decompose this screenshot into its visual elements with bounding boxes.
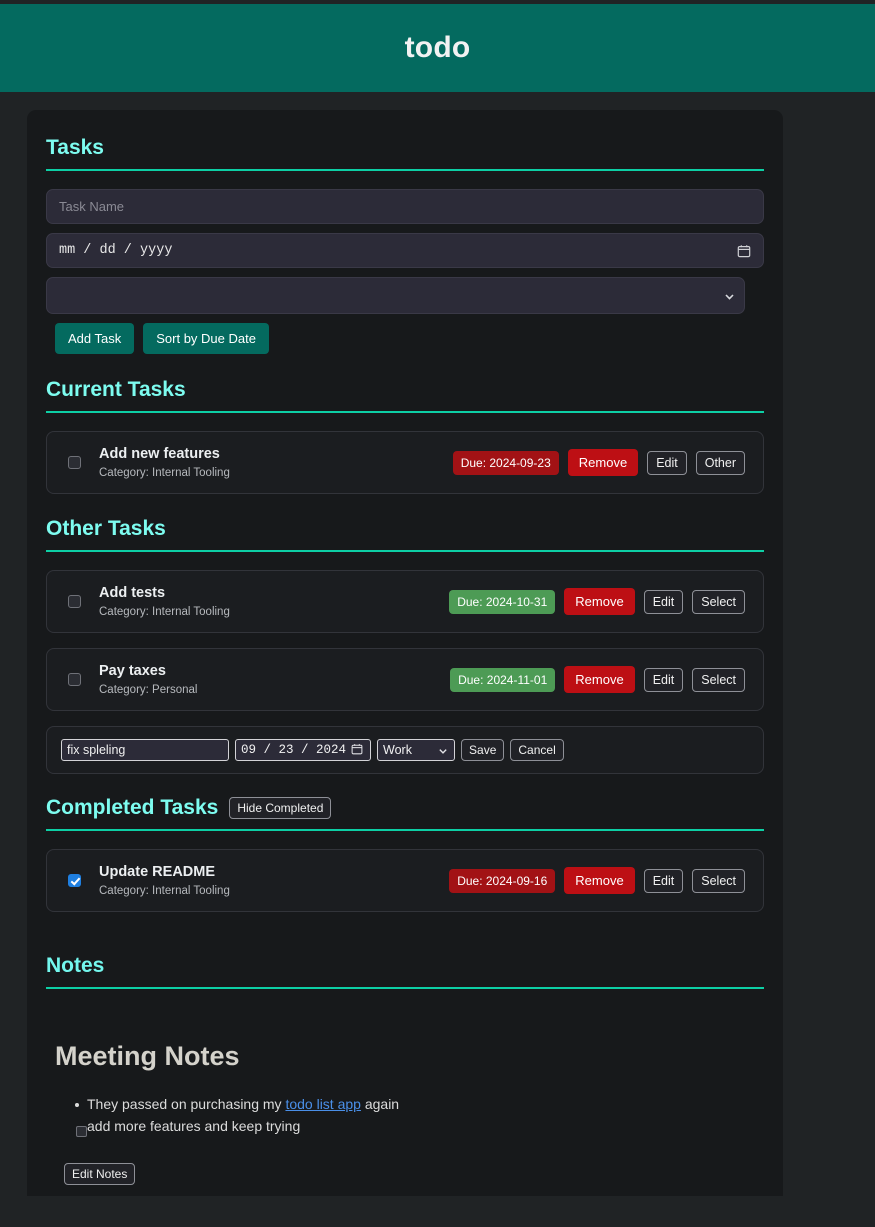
list-item: They passed on purchasing my todo list a… [63,1094,755,1116]
completed-tasks-heading-label: Completed Tasks [46,796,219,819]
calendar-icon[interactable] [737,244,751,258]
task-complete-checkbox[interactable] [68,595,81,608]
chevron-down-icon [438,745,449,756]
note-text-before: They passed on purchasing my [87,1096,286,1112]
notes-actions: Edit Notes [64,1163,755,1186]
task-form-buttons: Add Task Sort by Due Date [55,323,764,354]
task-title: Pay taxes [99,663,166,679]
completed-tasks-heading: Completed Tasks Hide Completed [46,796,764,820]
remove-button[interactable]: Remove [564,867,635,894]
task-actions: Due: 2024-11-01 Remove Edit Select [450,666,745,693]
notes-heading: Notes [46,954,764,978]
task-title: Add tests [99,585,166,601]
edit-task-category-select[interactable]: Work [377,739,456,761]
edit-button[interactable]: Edit [643,667,684,692]
task-name-input[interactable]: Task Name [46,189,764,224]
other-button[interactable]: Other [695,450,745,475]
task-complete-checkbox[interactable] [68,874,81,887]
task-date-value: mm / dd / yyyy [59,243,173,258]
edit-task-name-input[interactable] [61,739,229,761]
current-tasks-divider [46,411,764,413]
notes-content: Meeting Notes They passed on purchasing … [46,1007,764,1186]
edit-button[interactable]: Edit [643,868,684,893]
todo-list-app-link[interactable]: todo list app [285,1096,361,1112]
note-task-checkbox[interactable] [76,1125,87,1137]
calendar-icon[interactable] [351,743,365,757]
task-title: Add new features [99,446,220,462]
chevron-down-icon [724,290,735,301]
list-item: add more features and keep trying [63,1116,755,1138]
remove-button[interactable]: Remove [567,449,639,476]
save-button[interactable]: Save [461,739,505,761]
task-complete-checkbox[interactable] [68,673,81,686]
task-info: Update README Category: Internal Tooling [99,864,449,897]
edit-button[interactable]: Edit [643,589,684,614]
app-title: todo [404,31,471,64]
edit-category-value: Work [383,743,412,757]
app-root: todo Tasks Task Name mm / dd / yyyy Add … [0,0,875,1227]
task-category: Category: Internal Tooling [99,885,230,897]
task-category: Category: Internal Tooling [99,467,230,479]
other-tasks-heading-label: Other Tasks [46,517,166,540]
table-row[interactable]: Update README Category: Internal Tooling… [46,849,764,912]
main-panel: Tasks Task Name mm / dd / yyyy Add Task … [27,110,783,1196]
task-title: Update README [99,864,216,880]
tasks-divider [46,169,764,171]
remove-button[interactable]: Remove [564,666,635,693]
other-tasks-heading: Other Tasks [46,517,764,541]
add-task-button[interactable]: Add Task [55,323,135,354]
task-complete-checkbox[interactable] [68,456,81,469]
edit-date-value: 09 / 23 / 2024 [241,743,347,757]
due-date-badge: Due: 2024-09-23 [452,450,559,475]
select-button[interactable]: Select [692,667,745,692]
table-row[interactable]: Add tests Category: Internal Tooling Due… [46,570,764,633]
task-category-select[interactable] [46,277,745,314]
tasks-heading: Tasks [46,136,764,160]
completed-tasks-divider [46,829,764,831]
note-task-label: add more features and keep trying [87,1117,301,1134]
task-date-input[interactable]: mm / dd / yyyy [46,233,764,268]
table-row[interactable]: Pay taxes Category: Personal Due: 2024-1… [46,648,764,711]
task-edit-row: 09 / 23 / 2024 Work [46,726,764,774]
notes-list: They passed on purchasing my todo list a… [63,1094,755,1137]
table-row[interactable]: Add new features Category: Internal Tool… [46,431,764,494]
cancel-button[interactable]: Cancel [510,739,564,761]
task-actions: Due: 2024-09-16 Remove Edit Select [449,867,745,894]
notes-divider [46,987,764,989]
select-button[interactable]: Select [692,589,745,614]
task-actions: Due: 2024-10-31 Remove Edit Select [449,588,745,615]
task-actions: Due: 2024-09-23 Remove Edit Other [452,449,745,476]
sort-by-due-date-button[interactable]: Sort by Due Date [143,323,269,354]
current-tasks-heading-label: Current Tasks [46,378,186,401]
other-tasks-divider [46,550,764,552]
app-header: todo [0,4,875,92]
bullet-icon [75,1103,79,1107]
task-category: Category: Personal [99,684,198,696]
task-info: Add new features Category: Internal Tool… [99,446,453,479]
tasks-heading-label: Tasks [46,136,104,159]
due-date-badge: Due: 2024-10-31 [449,589,556,614]
note-text-after: again [360,1096,400,1112]
notes-heading-label: Notes [46,954,105,977]
due-date-badge: Due: 2024-11-01 [450,667,556,692]
select-button[interactable]: Select [692,868,745,893]
remove-button[interactable]: Remove [564,588,635,615]
hide-completed-button[interactable]: Hide Completed [229,797,332,819]
current-tasks-heading: Current Tasks [46,378,764,402]
edit-notes-button[interactable]: Edit Notes [64,1163,136,1186]
task-category: Category: Internal Tooling [99,606,230,618]
due-date-badge: Due: 2024-09-16 [449,868,556,893]
notes-title: Meeting Notes [55,1041,240,1071]
edit-task-date-input[interactable]: 09 / 23 / 2024 [235,739,372,761]
task-info: Pay taxes Category: Personal [99,663,450,696]
task-info: Add tests Category: Internal Tooling [99,585,449,618]
edit-button[interactable]: Edit [647,450,687,475]
